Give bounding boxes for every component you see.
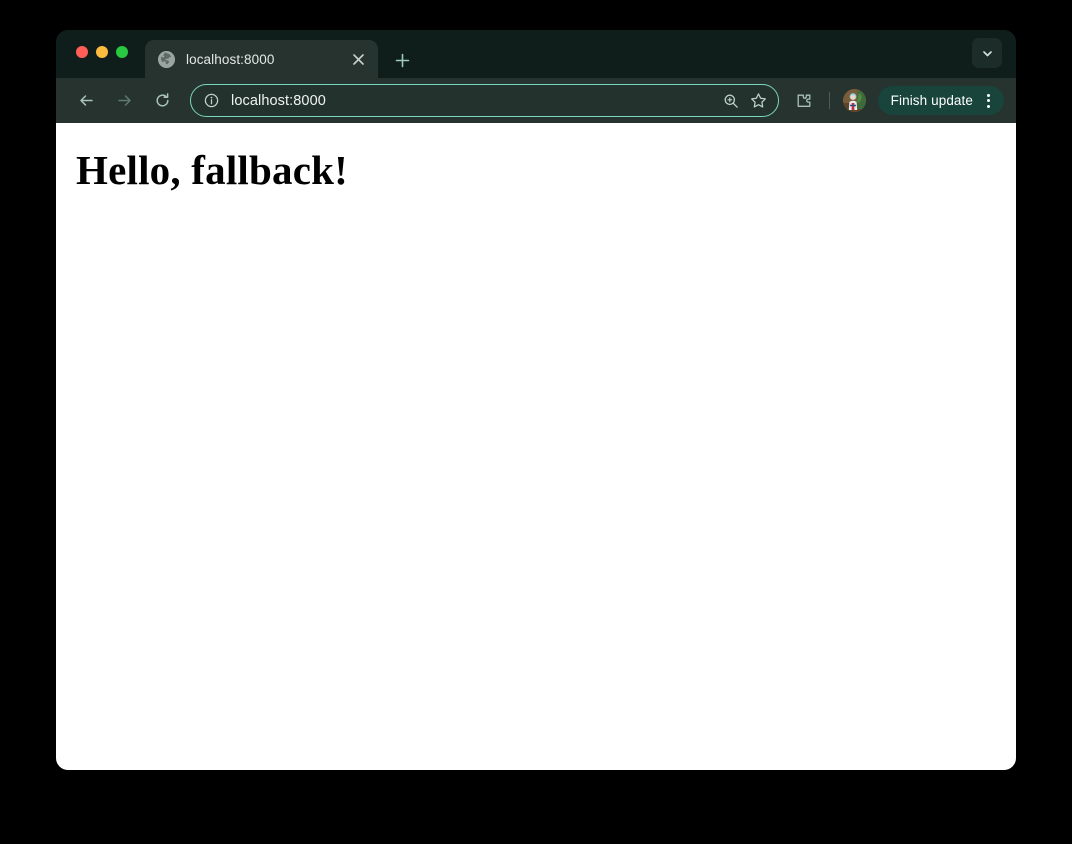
finish-update-label: Finish update [891, 93, 973, 108]
globe-icon [158, 51, 175, 68]
window-traffic-lights [76, 46, 128, 58]
star-icon[interactable] [746, 88, 772, 114]
tab-strip: localhost:8000 [56, 30, 1016, 78]
browser-window: localhost:8000 [56, 30, 1016, 770]
info-circle-icon[interactable] [201, 91, 221, 111]
address-bar[interactable]: localhost:8000 [190, 84, 779, 117]
forward-button[interactable] [108, 85, 140, 117]
page-title: Hello, fallback! [76, 147, 1016, 194]
kebab-menu-icon[interactable] [977, 90, 999, 112]
chevron-down-icon[interactable] [972, 38, 1002, 68]
new-tab-button[interactable] [389, 47, 415, 73]
window-maximize-button[interactable] [116, 46, 128, 58]
toolbar-divider [829, 92, 830, 109]
reload-icon[interactable] [146, 85, 178, 117]
avatar[interactable] [843, 89, 866, 112]
puzzle-piece-icon[interactable] [789, 86, 819, 116]
url-text[interactable]: localhost:8000 [231, 93, 716, 109]
tab-title: localhost:8000 [186, 52, 347, 67]
browser-toolbar: localhost:8000 [56, 78, 1016, 123]
finish-update-button[interactable]: Finish update [878, 86, 1004, 115]
window-minimize-button[interactable] [96, 46, 108, 58]
back-button[interactable] [70, 85, 102, 117]
zoom-in-icon[interactable] [718, 88, 744, 114]
browser-tab[interactable]: localhost:8000 [145, 40, 378, 78]
page-content: Hello, fallback! [56, 123, 1016, 770]
close-icon[interactable] [347, 48, 369, 70]
window-close-button[interactable] [76, 46, 88, 58]
